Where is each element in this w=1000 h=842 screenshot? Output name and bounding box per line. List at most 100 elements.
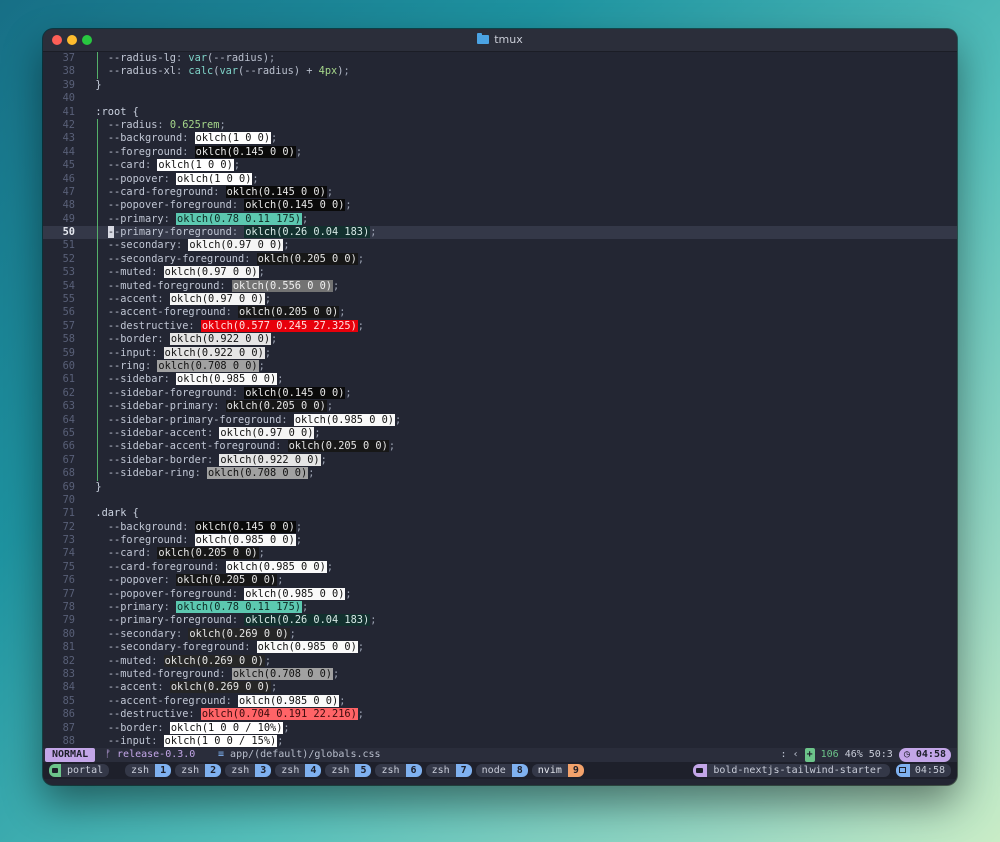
code-line[interactable]: 42 --radius: 0.625rem;: [43, 118, 957, 133]
code-line[interactable]: 60 --ring: oklch(0.708 0 0);: [43, 359, 957, 374]
code-line[interactable]: 73 --foreground: oklch(0.985 0 0);: [43, 534, 957, 547]
code-line[interactable]: 81 --secondary-foreground: oklch(0.985 0…: [43, 641, 957, 654]
code-text: --primary-foreground: oklch(0.26 0.04 18…: [107, 226, 377, 239]
code-line[interactable]: 62 --sidebar-foreground: oklch(0.145 0 0…: [43, 386, 957, 401]
code-line[interactable]: 71 .dark {: [43, 507, 957, 520]
indent-guide: [97, 199, 98, 213]
code-line[interactable]: 68 --sidebar-ring: oklch(0.708 0 0);: [43, 467, 957, 481]
code-text: --destructive: oklch(0.577 0.245 27.325)…: [107, 319, 364, 332]
code-line[interactable]: 49 --primary: oklch(0.78 0.11 175);: [43, 212, 957, 227]
code-line[interactable]: 61 --sidebar: oklch(0.985 0 0);: [43, 373, 957, 387]
line-number: 38: [62, 65, 75, 78]
code-line[interactable]: 40: [43, 92, 957, 105]
tmux-window-2[interactable]: zsh 2: [175, 764, 222, 777]
color-swatch: oklch(0.985 0 0): [256, 641, 358, 654]
code-text: .dark {: [83, 507, 139, 520]
code-line[interactable]: 77 --popover-foreground: oklch(0.985 0 0…: [43, 587, 957, 601]
code-line[interactable]: 50 --primary-foreground: oklch(0.26 0.04…: [43, 226, 957, 240]
code-line[interactable]: 55 --accent: oklch(0.97 0 0);: [43, 293, 957, 307]
code-text: --sidebar: oklch(0.985 0 0);: [107, 373, 284, 386]
code-line[interactable]: 66 --sidebar-accent-foreground: oklch(0.…: [43, 440, 957, 454]
code-line[interactable]: 78 --primary: oklch(0.78 0.11 175);: [43, 601, 957, 614]
code-line[interactable]: 64 --sidebar-primary-foreground: oklch(0…: [43, 413, 957, 427]
code-line[interactable]: 54 --muted-foreground: oklch(0.556 0 0);: [43, 279, 957, 294]
code-line[interactable]: 82 --muted: oklch(0.269 0 0);: [43, 654, 957, 668]
line-number: 84: [62, 681, 75, 694]
color-swatch: oklch(0.97 0 0): [169, 293, 265, 306]
code-text: --sidebar-foreground: oklch(0.145 0 0);: [107, 386, 352, 399]
tmux-window-4[interactable]: zsh 4: [275, 764, 322, 777]
folder-icon: [693, 764, 708, 777]
code-text: --background: oklch(1 0 0);: [107, 132, 278, 145]
line-number: 66: [62, 440, 75, 453]
tmux-window-5[interactable]: zsh 5: [325, 764, 372, 777]
code-editor[interactable]: 37 --radius-lg: var(--radius); 38 --radiu…: [43, 52, 957, 748]
line-number: 63: [62, 400, 75, 413]
code-line[interactable]: 65 --sidebar-accent: oklch(0.97 0 0);: [43, 426, 957, 441]
code-text: --muted: oklch(0.269 0 0);: [107, 654, 272, 667]
code-line[interactable]: 79 --primary-foreground: oklch(0.26 0.04…: [43, 614, 957, 627]
code-line[interactable]: 52 --secondary-foreground: oklch(0.205 0…: [43, 252, 957, 267]
line-number: 62: [62, 386, 75, 399]
code-line[interactable]: 45 --card: oklch(1 0 0);: [43, 159, 957, 173]
file-icon: ≡: [218, 749, 231, 760]
code-line[interactable]: 38 --radius-xl: calc(var(--radius) + 4px…: [43, 65, 957, 79]
tmux-window-9[interactable]: nvim 9: [531, 764, 584, 777]
code-line[interactable]: 51 --secondary: oklch(0.97 0 0);: [43, 239, 957, 253]
code-line[interactable]: 72 --background: oklch(0.145 0 0);: [43, 520, 957, 534]
code-text: :root {: [83, 105, 139, 118]
line-number: 55: [62, 293, 75, 306]
code-line[interactable]: 37 --radius-lg: var(--radius);: [43, 52, 957, 66]
line-number: 64: [62, 413, 75, 426]
code-line[interactable]: 46 --popover: oklch(1 0 0);: [43, 172, 957, 186]
code-line[interactable]: 63 --sidebar-primary: oklch(0.205 0 0);: [43, 400, 957, 414]
indent-guide: [97, 333, 98, 347]
code-line[interactable]: 67 --sidebar-border: oklch(0.922 0 0);: [43, 453, 957, 468]
line-number: 49: [62, 212, 75, 225]
tmux-statusbar: portal zsh 1 zsh 2 zsh 3 zsh 4 zsh 5 zsh 6 zsh 7 node 8…: [43, 762, 957, 779]
code-line[interactable]: 43 --background: oklch(1 0 0);: [43, 132, 957, 146]
code-line[interactable]: 76 --popover: oklch(0.205 0 0);: [43, 574, 957, 587]
code-line[interactable]: 88 --input: oklch(1 0 0 / 15%);: [43, 734, 957, 748]
line-number: 58: [62, 333, 75, 346]
code-line[interactable]: 53 --muted: oklch(0.97 0 0);: [43, 266, 957, 280]
tmux-window-6[interactable]: zsh 6: [375, 764, 422, 777]
color-swatch: oklch(0.985 0 0): [176, 373, 278, 386]
line-number: 43: [62, 132, 75, 145]
color-swatch: oklch(0.708 0 0): [157, 359, 259, 372]
tmux-session[interactable]: portal: [49, 764, 110, 777]
code-line[interactable]: 48 --popover-foreground: oklch(0.145 0 0…: [43, 199, 957, 213]
code-line[interactable]: 58 --border: oklch(0.922 0 0);: [43, 333, 957, 347]
code-line[interactable]: 75 --card-foreground: oklch(0.985 0 0);: [43, 560, 957, 574]
tmux-window-7[interactable]: zsh 7: [425, 764, 472, 777]
code-line[interactable]: 70: [43, 494, 957, 507]
code-line[interactable]: 85 --accent-foreground: oklch(0.985 0 0)…: [43, 694, 957, 708]
tmux-window-1[interactable]: zsh 1: [125, 764, 172, 777]
indent-guide: [97, 226, 98, 240]
color-swatch: oklch(0.205 0 0): [176, 574, 278, 587]
file-path: ≡ app/(default)/globals.css: [218, 748, 381, 762]
code-line[interactable]: 87 --border: oklch(1 0 0 / 10%);: [43, 721, 957, 735]
code-line[interactable]: 84 --accent: oklch(0.269 0 0);: [43, 681, 957, 694]
code-line[interactable]: 83 --muted-foreground: oklch(0.708 0 0);: [43, 667, 957, 681]
code-line[interactable]: 47 --card-foreground: oklch(0.145 0 0);: [43, 185, 957, 200]
code-line[interactable]: 57 --destructive: oklch(0.577 0.245 27.3…: [43, 319, 957, 334]
code-text: --accent-foreground: oklch(0.205 0 0);: [107, 306, 346, 319]
code-line[interactable]: 44 --foreground: oklch(0.145 0 0);: [43, 145, 957, 160]
code-line[interactable]: 69 }: [43, 481, 957, 494]
window-title: tmux: [43, 33, 957, 46]
code-line[interactable]: 59 --input: oklch(0.922 0 0);: [43, 346, 957, 360]
code-line[interactable]: 80 --secondary: oklch(0.269 0 0);: [43, 627, 957, 641]
code-text: --radius-lg: var(--radius);: [107, 52, 276, 64]
code-line[interactable]: 41 :root {: [43, 106, 957, 119]
code-line[interactable]: 74 --card: oklch(0.205 0 0);: [43, 547, 957, 560]
code-line[interactable]: 56 --accent-foreground: oklch(0.205 0 0)…: [43, 306, 957, 320]
line-number: 50: [62, 226, 75, 239]
tmux-window-number: 9: [567, 764, 584, 777]
color-swatch: oklch(1 0 0 / 10%): [169, 721, 284, 734]
color-swatch: oklch(0.97 0 0): [163, 266, 259, 279]
code-line[interactable]: 86 --destructive: oklch(0.704 0.191 22.2…: [43, 708, 957, 721]
tmux-window-3[interactable]: zsh 3: [225, 764, 272, 777]
code-line[interactable]: 39 }: [43, 79, 957, 92]
tmux-window-8[interactable]: node 8: [475, 764, 528, 777]
